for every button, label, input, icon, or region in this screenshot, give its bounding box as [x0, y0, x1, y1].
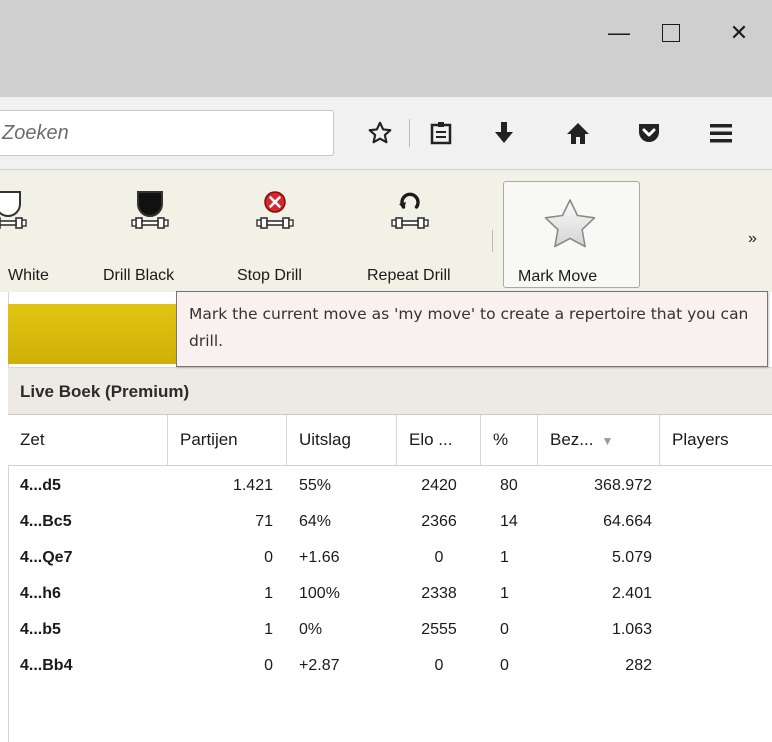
drill-white-icon	[0, 191, 27, 229]
drill-white-label: White	[8, 267, 49, 284]
sort-descending-icon: ▼	[601, 433, 614, 448]
reading-list-icon[interactable]	[425, 117, 457, 149]
cell-bez: 282	[625, 657, 652, 674]
search-input[interactable]: Zoeken	[0, 110, 334, 156]
toolbar-overflow-button[interactable]: »	[748, 230, 757, 248]
column-header-zet[interactable]: Zet	[8, 415, 168, 465]
cell-partijen: 1.421	[232, 477, 273, 494]
cell-bez: 2.401	[611, 585, 652, 602]
column-header-players[interactable]: Players	[660, 415, 772, 465]
drill-black-label: Drill Black	[103, 267, 175, 284]
mark-move-tooltip: Mark the current move as 'my move' to cr…	[176, 291, 768, 367]
repeat-drill-icon	[391, 192, 429, 229]
menu-icon[interactable]	[705, 117, 737, 149]
drill-black-icon	[131, 191, 169, 229]
cell-zet: 4...Bb4	[20, 657, 73, 674]
cell-elo: 2420	[421, 477, 457, 494]
cell-zet: 4...b5	[20, 621, 61, 638]
cell-uitslag: 100%	[299, 585, 340, 602]
search-placeholder: Zoeken	[2, 122, 69, 144]
maximize-button[interactable]	[648, 10, 694, 56]
pocket-icon[interactable]	[633, 117, 665, 149]
column-header-percent[interactable]: %	[481, 415, 538, 465]
cell-partijen: 71	[255, 513, 273, 530]
repeat-drill-button[interactable]: Repeat Drill	[362, 170, 472, 290]
cell-elo: 2555	[421, 621, 457, 638]
live-book-header: Live Boek (Premium)	[8, 367, 772, 415]
cell-zet: 4...Bc5	[20, 513, 72, 530]
browser-nav-bar: Zoeken	[0, 97, 772, 170]
nav-separator	[409, 119, 410, 147]
cell-uitslag: 64%	[299, 513, 332, 530]
table-body: 4...d5 1.421 55% 2420 80 368.972 4...Bc5 71 64% 2…	[8, 468, 772, 684]
cell-elo: 0	[434, 657, 444, 674]
column-header-partijen[interactable]: Partijen	[168, 415, 287, 465]
cell-percent: 1	[500, 585, 509, 602]
table-row[interactable]: 4...h6 1 100% 2338 1 2.401	[8, 576, 772, 612]
toolbar-separator	[492, 230, 493, 252]
cell-percent: 80	[500, 477, 518, 494]
cell-percent: 0	[500, 657, 509, 674]
cell-zet: 4...h6	[20, 585, 61, 602]
column-header-bez[interactable]: Bez... ▼	[538, 415, 660, 465]
star-icon[interactable]	[364, 117, 396, 149]
mark-move-label: Mark Move	[518, 268, 598, 285]
cell-zet: 4...d5	[20, 477, 61, 494]
star-icon	[544, 199, 596, 248]
cell-partijen: 1	[264, 585, 273, 602]
cell-percent: 1	[500, 549, 509, 566]
close-button[interactable]: ✕	[716, 10, 762, 56]
drill-black-button[interactable]: Drill Black	[100, 170, 200, 290]
drill-toolbar: White Drill Black Stop Drill Repeat Dril…	[0, 170, 772, 292]
cell-uitslag: +2.87	[299, 657, 340, 674]
cell-partijen: 1	[264, 621, 273, 638]
window-title-bar: — ✕	[0, 0, 772, 97]
column-header-elo[interactable]: Elo ...	[397, 415, 481, 465]
repeat-drill-label: Repeat Drill	[367, 267, 451, 284]
cell-bez: 1.063	[611, 621, 652, 638]
cell-partijen: 0	[264, 549, 273, 566]
table-row[interactable]: 4...b5 1 0% 2555 0 1.063	[8, 612, 772, 648]
maximize-icon	[662, 24, 680, 42]
stop-drill-icon	[256, 191, 294, 229]
cell-percent: 14	[500, 513, 518, 530]
cell-uitslag: 55%	[299, 477, 332, 494]
cell-elo: 2366	[421, 513, 457, 530]
table-row[interactable]: 4...d5 1.421 55% 2420 80 368.972	[8, 468, 772, 504]
live-book-table: Zet Partijen Uitslag Elo ... % Bez... ▼ P…	[8, 415, 772, 684]
tooltip-text: Mark the current move as 'my move' to cr…	[189, 305, 749, 350]
stop-drill-button[interactable]: Stop Drill	[232, 170, 322, 290]
table-header-row: Zet Partijen Uitslag Elo ... % Bez... ▼ P…	[8, 415, 772, 466]
yellow-status-band	[8, 304, 176, 364]
drill-white-button[interactable]: White	[0, 170, 80, 290]
download-icon[interactable]	[488, 117, 520, 149]
cell-uitslag: +1.66	[299, 549, 340, 566]
stop-drill-label: Stop Drill	[237, 267, 302, 284]
cell-zet: 4...Qe7	[20, 549, 73, 566]
mark-move-button[interactable]: Mark Move	[503, 181, 640, 288]
live-book-title: Live Boek (Premium)	[20, 382, 190, 401]
cell-bez: 5.079	[611, 549, 652, 566]
column-header-uitslag[interactable]: Uitslag	[287, 415, 397, 465]
table-row[interactable]: 4...Bc5 71 64% 2366 14 64.664	[8, 504, 772, 540]
home-icon[interactable]	[562, 117, 594, 149]
table-row[interactable]: 4...Bb4 0 +2.87 0 0 282	[8, 648, 772, 684]
cell-partijen: 0	[264, 657, 273, 674]
cell-percent: 0	[500, 621, 509, 638]
cell-bez: 64.664	[603, 513, 652, 530]
table-row[interactable]: 4...Qe7 0 +1.66 0 1 5.079	[8, 540, 772, 576]
cell-uitslag: 0%	[299, 621, 323, 638]
minimize-button[interactable]: —	[596, 10, 642, 56]
cell-bez: 368.972	[594, 477, 652, 494]
cell-elo: 2338	[421, 585, 457, 602]
cell-elo: 0	[434, 549, 444, 566]
